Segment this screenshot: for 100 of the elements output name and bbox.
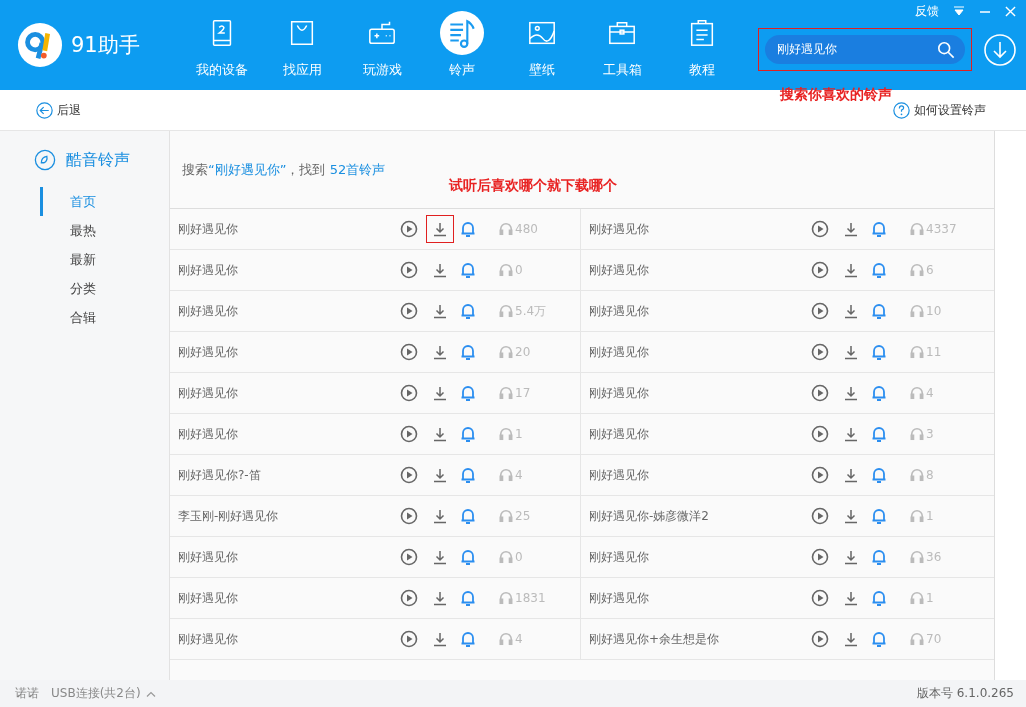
play-icon[interactable] [811,220,829,238]
bell-icon[interactable] [870,425,888,443]
bell-icon[interactable] [459,630,477,648]
ringtone-name: 刚好遇见你 [589,261,650,279]
help-link[interactable]: 如何设置铃声 [893,101,986,119]
bell-icon[interactable] [870,220,888,238]
nav-tab[interactable]: 工具箱 [582,0,662,90]
sidebar-item[interactable]: 合辑 [40,303,169,332]
bell-icon[interactable] [459,261,477,279]
headphones-icon [499,345,513,359]
sidebar-item[interactable]: 分类 [40,274,169,303]
search-field[interactable]: 刚好遇见你 [765,35,965,64]
ringtone-name: 刚好遇见你 [178,630,239,648]
nav-tab[interactable]: 玩游戏 [342,0,422,90]
play-icon[interactable] [811,384,829,402]
download-icon[interactable] [432,508,448,524]
headphones-icon [499,468,513,482]
play-icon[interactable] [400,343,418,361]
search-icon[interactable] [937,41,955,59]
bell-icon[interactable] [459,384,477,402]
download-icon[interactable] [843,590,859,606]
play-icon[interactable] [400,630,418,648]
headphones-icon [910,386,924,400]
bell-icon[interactable] [459,302,477,320]
download-icon[interactable] [843,426,859,442]
play-icon[interactable] [400,220,418,238]
download-icon[interactable] [432,303,448,319]
sidebar-item[interactable]: 最热 [40,216,169,245]
play-count: 3 [926,427,934,441]
download-icon[interactable] [843,303,859,319]
dropdown-icon[interactable] [953,6,965,16]
download-icon[interactable] [432,221,448,237]
play-icon[interactable] [811,548,829,566]
play-icon[interactable] [400,548,418,566]
play-count: 1 [926,591,934,605]
download-icon[interactable] [432,631,448,647]
play-icon[interactable] [400,384,418,402]
play-count: 0 [515,263,523,277]
download-icon[interactable] [843,467,859,483]
sidebar-item[interactable]: 最新 [40,245,169,274]
download-icon[interactable] [843,508,859,524]
nav-tab[interactable]: 我的设备 [182,0,262,90]
section-title: 酷音铃声 [66,149,130,171]
download-icon[interactable] [432,426,448,442]
download-icon[interactable] [432,549,448,565]
play-icon[interactable] [811,630,829,648]
download-icon[interactable] [843,344,859,360]
download-icon[interactable] [843,385,859,401]
download-icon[interactable] [432,385,448,401]
bell-icon[interactable] [870,507,888,525]
play-icon[interactable] [400,261,418,279]
play-icon[interactable] [811,589,829,607]
bell-icon[interactable] [870,384,888,402]
feedback-button[interactable]: 反馈 [915,2,939,20]
play-icon[interactable] [811,466,829,484]
headphones-icon [499,632,513,646]
headphones-icon [910,632,924,646]
connection-dropdown[interactable]: USB连接(共2台) [51,685,156,702]
nav-tab[interactable]: 找应用 [262,0,342,90]
play-icon[interactable] [400,425,418,443]
bell-icon[interactable] [870,261,888,279]
ringtone-name: 刚好遇见你-姊彦微洋2 [589,507,710,525]
bell-icon[interactable] [459,466,477,484]
play-icon[interactable] [811,507,829,525]
close-icon[interactable] [1005,5,1016,17]
download-icon[interactable] [843,262,859,278]
play-count: 11 [926,345,942,359]
bell-icon[interactable] [459,220,477,238]
play-icon[interactable] [811,425,829,443]
bell-icon[interactable] [459,343,477,361]
play-count: 70 [926,632,942,646]
download-icon[interactable] [432,262,448,278]
download-icon[interactable] [843,549,859,565]
bell-icon[interactable] [870,302,888,320]
play-icon[interactable] [400,507,418,525]
download-icon[interactable] [432,467,448,483]
play-icon[interactable] [400,589,418,607]
bell-icon[interactable] [870,343,888,361]
download-icon[interactable] [843,631,859,647]
bell-icon[interactable] [459,589,477,607]
play-icon[interactable] [400,302,418,320]
back-button[interactable]: 后退 [36,101,81,119]
bell-icon[interactable] [870,589,888,607]
play-icon[interactable] [811,343,829,361]
bell-icon[interactable] [870,548,888,566]
download-icon[interactable] [843,221,859,237]
play-icon[interactable] [400,466,418,484]
bell-icon[interactable] [459,548,477,566]
bell-icon[interactable] [870,466,888,484]
play-icon[interactable] [811,261,829,279]
nav-tab[interactable]: 壁纸 [502,0,582,90]
bell-icon[interactable] [459,507,477,525]
download-icon[interactable] [432,590,448,606]
nav-tab[interactable]: 教程 [662,0,742,90]
download-icon[interactable] [432,344,448,360]
ringtone-name: 刚好遇见你 [589,548,650,566]
play-icon[interactable] [811,302,829,320]
bell-icon[interactable] [870,630,888,648]
nav-tab[interactable]: 铃声 [422,0,502,90]
bell-icon[interactable] [459,425,477,443]
